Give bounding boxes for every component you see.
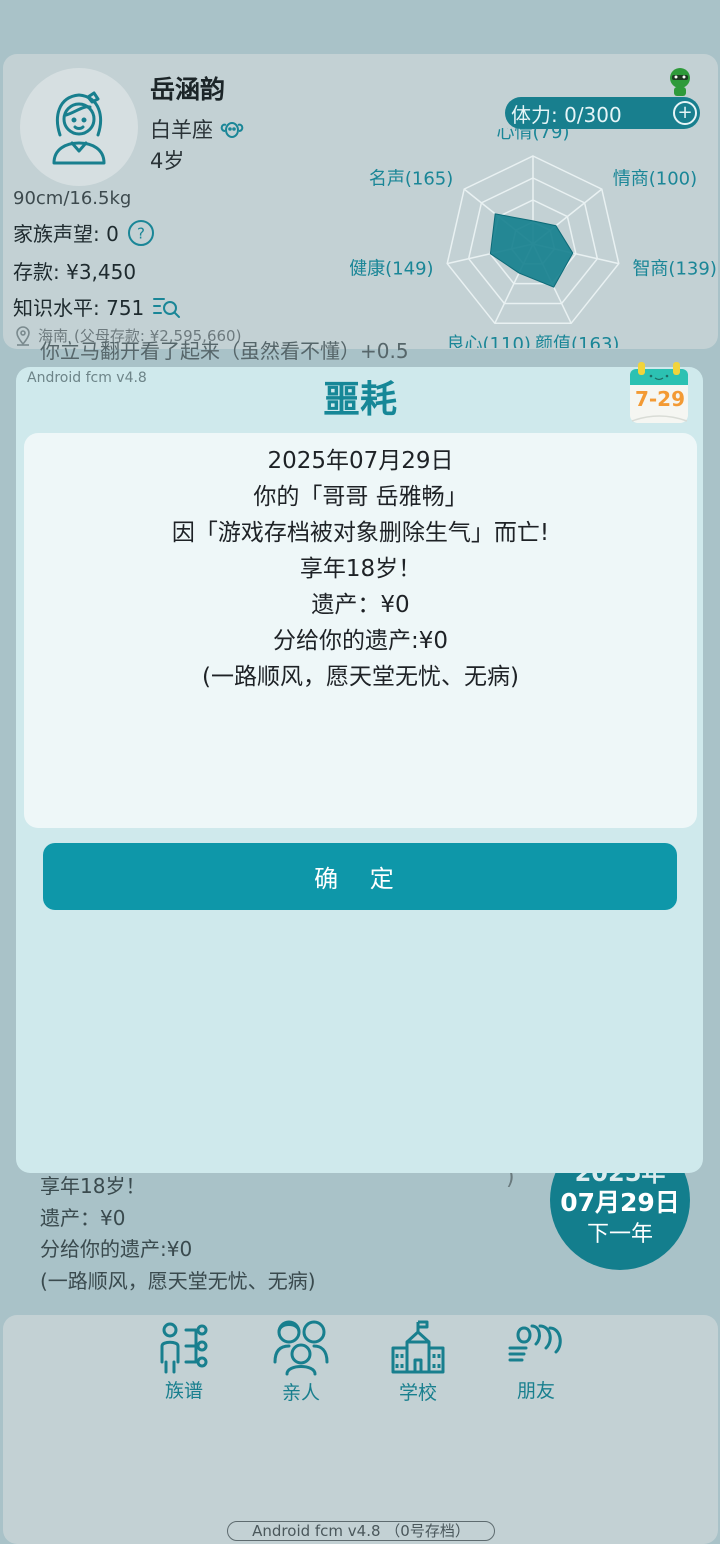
nav-label: 族谱 bbox=[164, 1380, 203, 1402]
radar-label: 情商(100) bbox=[613, 168, 697, 189]
confirm-button[interactable]: 确 定 bbox=[43, 843, 677, 910]
height-weight: 90cm/16.5kg bbox=[13, 188, 132, 209]
knowledge-level: 知识水平: 751 bbox=[13, 296, 145, 320]
log-line: 遗产：¥0 bbox=[40, 1206, 126, 1230]
calendar-icon: 7-29 bbox=[629, 361, 691, 425]
log-line: (一路顺风，愿天堂无忧、无病) bbox=[40, 1269, 316, 1293]
savings: 存款: ¥3,450 bbox=[13, 260, 137, 284]
nav-family-tree[interactable]: 族谱 bbox=[144, 1318, 224, 1403]
stamina-bar: 体力: 0/300 + bbox=[505, 97, 700, 129]
message-line: (一路顺风，愿天堂无忧、无病) bbox=[202, 664, 519, 690]
age-label: 4岁 bbox=[150, 149, 185, 173]
svg-text:?: ? bbox=[137, 224, 145, 242]
message-line: 遗产：¥0 bbox=[311, 592, 410, 618]
radar-label: 名声(165) bbox=[369, 168, 453, 189]
profile-name: 岳涵韵 bbox=[150, 75, 226, 104]
nav-label: 学校 bbox=[398, 1382, 437, 1404]
calendar-date: 7-29 bbox=[634, 387, 686, 411]
search-list-icon[interactable] bbox=[152, 294, 182, 320]
avatar[interactable] bbox=[20, 68, 138, 186]
mascot-icon[interactable] bbox=[665, 66, 695, 98]
zodiac-row: 白羊座 bbox=[150, 114, 245, 144]
knowledge-row: 知识水平: 751 bbox=[13, 292, 182, 321]
nav-label: 亲人 bbox=[281, 1382, 320, 1404]
girl-avatar-icon bbox=[52, 91, 106, 165]
modal-title: 噩耗 bbox=[323, 378, 397, 421]
radar-label: 健康(149) bbox=[350, 259, 434, 280]
log-line: 享年18岁！ bbox=[40, 1174, 146, 1198]
radar-label: 颜值(163) bbox=[535, 334, 619, 348]
friends-icon bbox=[508, 1324, 562, 1362]
nav-relatives[interactable]: 亲人 bbox=[261, 1318, 341, 1405]
bottom-nav bbox=[3, 1315, 718, 1544]
message-line: 因「游戏存档被对象删除生气」而亡! bbox=[171, 520, 550, 546]
relatives-icon bbox=[273, 1320, 329, 1376]
family-reputation: 家族声望: 0 bbox=[13, 222, 119, 246]
add-stamina-icon[interactable]: + bbox=[673, 101, 697, 125]
log-line-partial: 你立马翻开看了起来（虽然看不懂）+0.5 bbox=[40, 339, 409, 363]
date-day: 07月29日 bbox=[560, 1188, 680, 1217]
zodiac-label: 白羊座 bbox=[150, 118, 213, 142]
version-label: Android fcm v4.8 （0号存档） bbox=[227, 1521, 495, 1541]
help-icon[interactable]: ? bbox=[127, 219, 155, 247]
message-line: 2025年07月29日 bbox=[267, 448, 454, 474]
message-line: 你的「哥哥 岳雅畅」 bbox=[253, 484, 468, 510]
radar-data-area bbox=[489, 213, 574, 288]
family-reputation-row: 家族声望: 0 ? bbox=[13, 218, 155, 247]
message-line: 分给你的遗产:¥0 bbox=[272, 628, 448, 654]
message-box: 2025年07月29日 你的「哥哥 岳雅畅」 因「游戏存档被对象删除生气」而亡!… bbox=[24, 433, 697, 828]
nav-school[interactable]: 学校 bbox=[378, 1318, 458, 1405]
attribute-radar-chart: 心情(79) 情商(100) 智商(139) 颜值(163) 良心(110) 健康(149… bbox=[350, 128, 717, 348]
radar-label: 良心(110) bbox=[447, 334, 531, 348]
next-year-label: 下一年 bbox=[586, 1222, 653, 1247]
stamina-label: 体力: 0/300 bbox=[511, 102, 622, 127]
family-tree-icon bbox=[160, 1322, 208, 1374]
location-pin-icon bbox=[16, 325, 30, 346]
message-line: 享年18岁！ bbox=[299, 556, 422, 582]
nav-friends[interactable]: 朋友 bbox=[496, 1318, 576, 1403]
log-line: 分给你的遗产:¥0 bbox=[40, 1237, 193, 1261]
school-icon bbox=[391, 1320, 445, 1374]
nav-label: 朋友 bbox=[516, 1380, 555, 1402]
radar-label: 心情(79) bbox=[497, 128, 570, 143]
radar-label: 智商(139) bbox=[632, 259, 716, 280]
aries-icon bbox=[220, 122, 244, 138]
